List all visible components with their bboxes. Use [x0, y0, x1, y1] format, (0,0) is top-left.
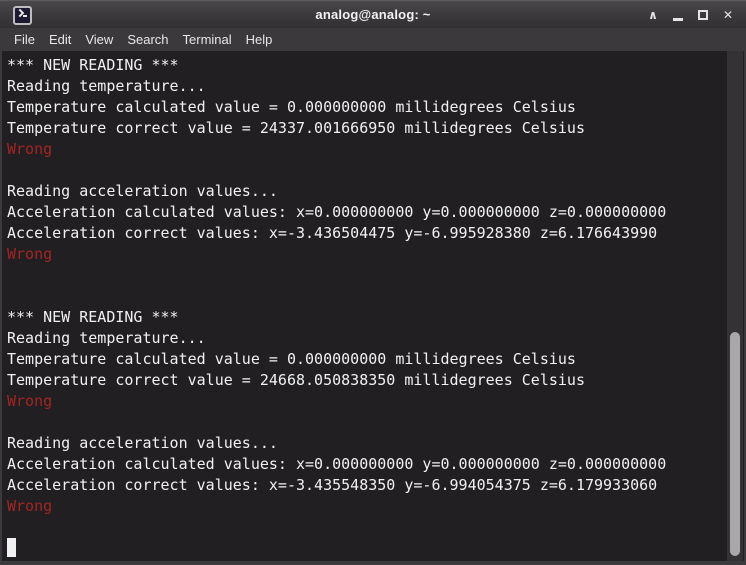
- menu-edit[interactable]: Edit: [42, 30, 78, 49]
- maximize-icon: [698, 10, 708, 20]
- terminal-line: Temperature correct value = 24668.050838…: [7, 371, 585, 389]
- shade-button[interactable]: ∧: [645, 7, 661, 23]
- terminal-line: Acceleration correct values: x=-3.436504…: [7, 224, 658, 242]
- terminal-line: Wrong: [7, 245, 53, 263]
- terminal-line: *** NEW READING ***: [7, 56, 179, 74]
- terminal-screen[interactable]: *** NEW READING *** Reading temperature..…: [2, 51, 744, 561]
- minimize-button[interactable]: [670, 7, 686, 23]
- menu-search[interactable]: Search: [120, 30, 175, 49]
- terminal-window: analog@analog: ~ ∧ ✕ File Edit View Sear…: [0, 0, 746, 565]
- terminal-line: Wrong: [7, 497, 53, 515]
- scrollbar-thumb[interactable]: [730, 332, 740, 556]
- maximize-button[interactable]: [695, 7, 711, 23]
- terminal-line: Wrong: [7, 392, 53, 410]
- terminal-line: Temperature calculated value = 0.0000000…: [7, 350, 576, 368]
- terminal-line: Acceleration calculated values: x=0.0000…: [7, 203, 667, 221]
- window-controls: ∧ ✕: [645, 1, 736, 29]
- close-button[interactable]: ✕: [720, 7, 736, 23]
- terminal-line: [7, 538, 723, 559]
- terminal-line: Reading acceleration values...: [7, 434, 278, 452]
- terminal-line: Acceleration correct values: x=-3.435548…: [7, 476, 658, 494]
- terminal-line: Wrong: [7, 140, 53, 158]
- minimize-icon: [673, 17, 683, 21]
- terminal-line: Acceleration calculated values: x=0.0000…: [7, 455, 667, 473]
- close-icon: ✕: [722, 8, 734, 22]
- scrollbar[interactable]: [727, 51, 743, 561]
- terminal-line: Temperature correct value = 24337.001666…: [7, 119, 585, 137]
- titlebar[interactable]: analog@analog: ~ ∧ ✕: [0, 0, 746, 28]
- terminal-line: Reading acceleration values...: [7, 182, 278, 200]
- terminal-line: Reading temperature...: [7, 77, 206, 95]
- menu-file[interactable]: File: [7, 30, 42, 49]
- terminal-line: Temperature calculated value = 0.0000000…: [7, 98, 576, 116]
- menubar: File Edit View Search Terminal Help: [0, 28, 746, 51]
- window-title: analog@analog: ~: [315, 7, 431, 22]
- terminal-output: *** NEW READING *** Reading temperature..…: [7, 55, 723, 559]
- terminal-line: Reading temperature...: [7, 329, 206, 347]
- menu-view[interactable]: View: [78, 30, 120, 49]
- terminal-cursor: [7, 538, 16, 557]
- shade-icon: ∧: [648, 8, 658, 22]
- menu-terminal[interactable]: Terminal: [176, 30, 239, 49]
- terminal-app-icon[interactable]: [13, 6, 32, 25]
- menu-help[interactable]: Help: [239, 30, 280, 49]
- terminal-line: *** NEW READING ***: [7, 308, 179, 326]
